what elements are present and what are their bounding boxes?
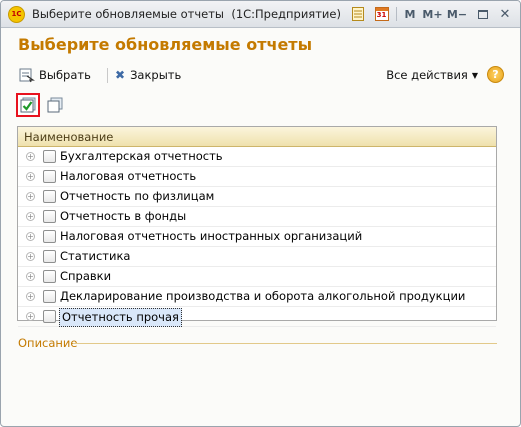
row-label: Налоговая отчетность иностранных организ… (60, 229, 363, 243)
table-row[interactable]: + Налоговая отчетность (18, 167, 496, 187)
all-actions-menu[interactable]: Все действия ▼ (386, 65, 478, 85)
expand-icon[interactable]: + (26, 292, 35, 301)
row-label: Декларирование производства и оборота ал… (60, 289, 466, 303)
expand-icon[interactable]: + (26, 192, 35, 201)
app-logo-icon[interactable]: 1С (8, 6, 25, 23)
table-row[interactable]: + Налоговая отчетность иностранных орган… (18, 227, 496, 247)
row-label: Бухгалтерская отчетность (60, 149, 223, 163)
row-checkbox[interactable] (43, 210, 56, 223)
table-row[interactable]: + Отчетность в фонды (18, 207, 496, 227)
memory-minus-button[interactable]: M− (447, 5, 467, 23)
memory-plus-button[interactable]: M+ (422, 5, 443, 23)
row-checkbox[interactable] (43, 230, 56, 243)
description-label: Описание (18, 336, 78, 350)
expand-icon[interactable]: + (26, 272, 35, 281)
column-header-name[interactable]: Наименование (18, 127, 496, 147)
title-bar: 1С Выберите обновляемые отчеты (1С:Предп… (1, 1, 520, 28)
help-button[interactable]: ? (487, 66, 504, 83)
close-icon[interactable]: ✕ (498, 5, 512, 23)
close-button[interactable]: ✖ Закрыть (115, 65, 181, 85)
select-icon (19, 68, 35, 83)
dialog-window: 1С Выберите обновляемые отчеты (1С:Предп… (0, 0, 521, 427)
expand-icon[interactable]: + (26, 172, 35, 181)
select-button-label: Выбрать (39, 68, 91, 82)
row-checkbox[interactable] (43, 170, 56, 183)
row-checkbox[interactable] (43, 250, 56, 263)
close-x-icon: ✖ (115, 68, 126, 82)
row-checkbox[interactable] (43, 290, 56, 303)
close-button-label: Закрыть (130, 68, 182, 82)
table-row-selected[interactable]: + Отчетность прочая (18, 307, 496, 327)
row-checkbox[interactable] (43, 190, 56, 203)
row-checkbox[interactable] (43, 150, 56, 163)
calendar-icon[interactable]: 31 (373, 5, 390, 23)
table-row[interactable]: + Бухгалтерская отчетность (18, 147, 496, 167)
row-label: Отчетность прочая (59, 308, 182, 327)
table-row[interactable]: + Декларирование производства и оборота … (18, 287, 496, 307)
window-title-text: Выберите обновляемые отчеты (32, 7, 225, 21)
row-checkbox[interactable] (43, 310, 56, 323)
row-label: Статистика (60, 249, 131, 263)
row-label: Налоговая отчетность (60, 169, 197, 183)
memory-button[interactable]: M (403, 5, 417, 23)
document-icon[interactable] (350, 5, 366, 23)
maximize-icon[interactable] (476, 5, 490, 23)
expand-icon[interactable]: + (26, 152, 35, 161)
window-title: Выберите обновляемые отчеты (1С:Предприя… (32, 7, 341, 21)
command-bar: Выбрать ✖ Закрыть Все действия ▼ ? (18, 65, 504, 85)
table-row[interactable]: + Статистика (18, 247, 496, 267)
all-actions-label: Все действия (386, 68, 468, 82)
uncheck-all-icon (47, 97, 63, 113)
row-checkbox[interactable] (43, 270, 56, 283)
table-row[interactable]: + Справки (18, 267, 496, 287)
chevron-down-icon: ▼ (471, 70, 478, 80)
expand-icon[interactable]: + (26, 312, 35, 321)
expand-icon[interactable]: + (26, 232, 35, 241)
command-divider (107, 68, 108, 83)
select-button[interactable]: Выбрать (18, 65, 91, 85)
row-label: Отчетность по физлицам (60, 189, 215, 203)
check-all-button[interactable] (16, 93, 40, 117)
check-all-icon (20, 97, 36, 113)
row-label: Справки (60, 269, 112, 283)
expand-icon[interactable]: + (26, 252, 35, 261)
reports-table: Наименование + Бухгалтерская отчетность … (17, 126, 497, 327)
page-title: Выберите обновляемые отчеты (18, 35, 313, 54)
titlebar-divider (396, 7, 397, 21)
row-label: Отчетность в фонды (60, 209, 187, 223)
expand-icon[interactable]: + (26, 212, 35, 221)
table-row[interactable]: + Отчетность по физлицам (18, 187, 496, 207)
window-app-name: (1С:Предприятие) (231, 7, 341, 21)
uncheck-all-button[interactable] (47, 97, 63, 113)
calendar-day: 31 (376, 11, 387, 19)
description-divider (73, 343, 497, 344)
